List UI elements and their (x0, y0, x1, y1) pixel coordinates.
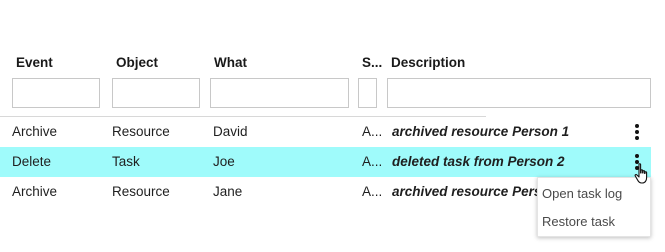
event-cell: Delete (12, 154, 52, 169)
what-cell: Jane (213, 184, 243, 199)
object-cell: Task (112, 154, 140, 169)
description-cell: archived resource Person 1 (392, 124, 570, 139)
column-header-object[interactable]: Object (116, 55, 158, 70)
audit-log-grid: Event Object What S... Description Archi… (0, 0, 665, 252)
event-cell: Archive (12, 124, 58, 139)
column-header-event[interactable]: Event (16, 55, 53, 70)
status-cell: A... (362, 124, 383, 139)
event-filter-input[interactable] (12, 78, 100, 108)
what-filter-input[interactable] (210, 78, 349, 108)
object-cell: Resource (112, 184, 170, 199)
status-cell: A... (362, 184, 383, 199)
description-filter-input[interactable] (387, 78, 651, 108)
event-cell: Archive (12, 184, 58, 199)
status-cell: A... (362, 154, 383, 169)
column-header-status[interactable]: S... (362, 55, 382, 70)
kebab-menu-icon[interactable] (629, 121, 645, 143)
column-header-description[interactable]: Description (391, 55, 465, 70)
what-cell: David (213, 124, 248, 139)
hand-pointer-cursor-icon (634, 163, 648, 184)
restore-task-menu-item[interactable]: Restore task (538, 208, 650, 236)
table-row-selected[interactable]: Delete Task Joe A... deleted task from P… (0, 147, 651, 177)
object-filter-input[interactable] (112, 78, 200, 108)
what-cell: Joe (213, 154, 235, 169)
description-cell: deleted task from Person 2 (392, 154, 565, 169)
table-row[interactable]: Archive Resource David A... archived res… (0, 117, 651, 147)
object-cell: Resource (112, 124, 170, 139)
description-cell: archived resource Person (392, 184, 552, 199)
column-header-what[interactable]: What (214, 55, 247, 70)
status-filter-input[interactable] (358, 78, 377, 108)
row-context-menu: Open task log Restore task (537, 177, 651, 237)
